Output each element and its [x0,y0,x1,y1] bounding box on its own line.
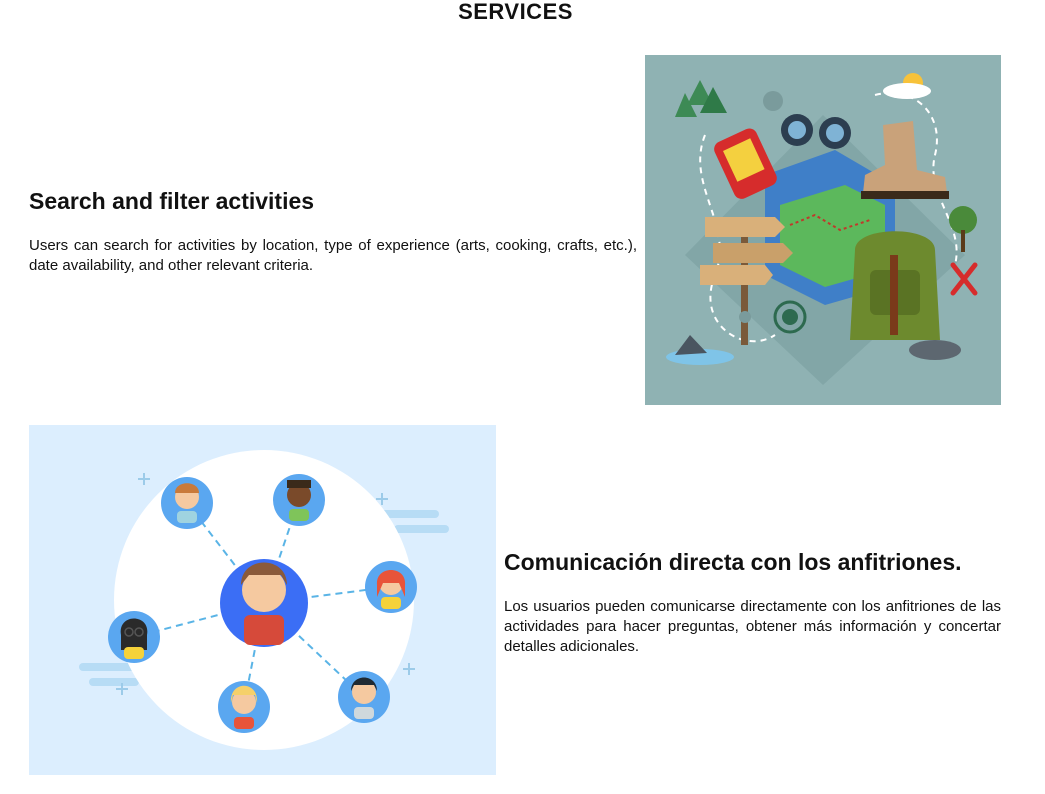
service-description-communication: Los usuarios pueden comunicarse directam… [504,598,1001,655]
page-title: SERVICES [458,0,573,24]
user-network-illustration-icon [29,425,496,775]
service-title-search: Search and filter activities [29,188,315,214]
service-description-search: Users can search for activities by locat… [29,237,637,274]
outdoor-travel-illustration-icon [645,55,1001,405]
service-title-communication: Comunicación directa con los anfitriones… [504,549,962,575]
